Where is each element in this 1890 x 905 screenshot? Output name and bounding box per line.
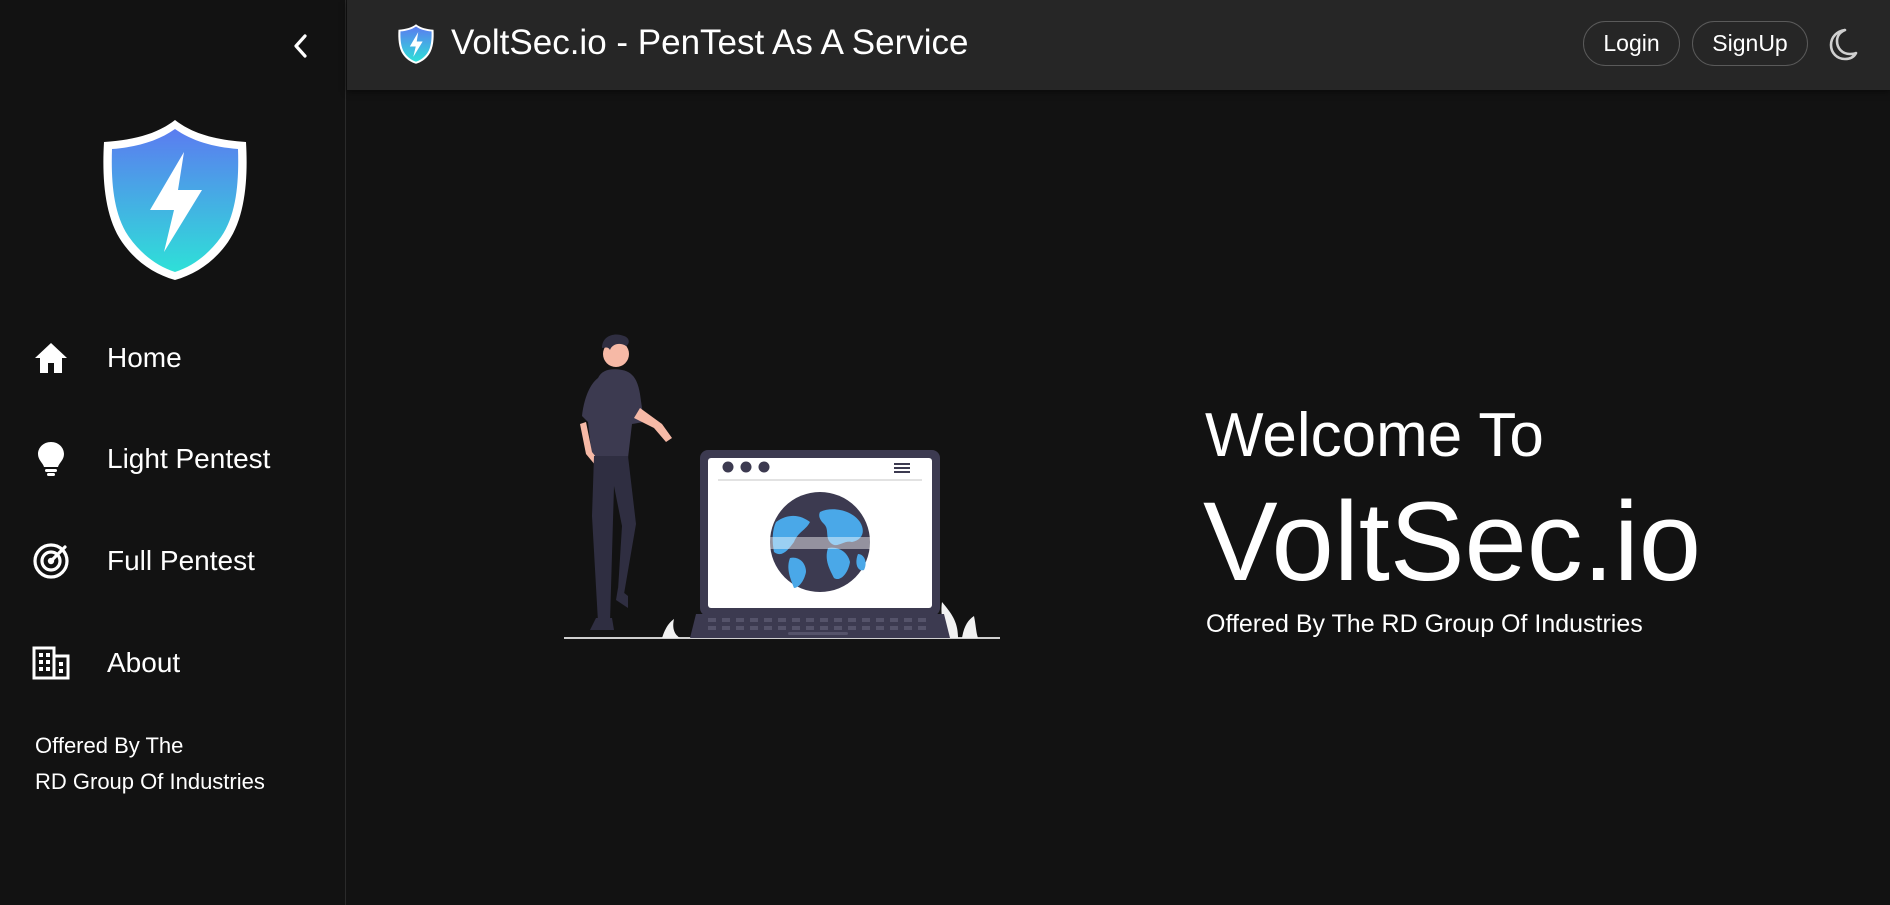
hero-brand-title: VoltSec.io [1203,479,1702,604]
sidebar-item-light-pentest[interactable]: Light Pentest [0,419,346,499]
hero-offered-by: Offered By The RD Group Of Industries [1206,610,1643,638]
sidebar-footer: Offered By The RD Group Of Industries [35,728,265,800]
hero-welcome-text: Welcome To [1205,401,1544,470]
sidebar-item-about[interactable]: About [0,623,346,703]
sidebar-item-label: Home [107,342,182,373]
theme-toggle-button[interactable] [1821,24,1861,64]
sidebar-item-home[interactable]: Home [0,318,346,398]
person-legs [592,456,636,622]
login-button[interactable]: Login [1583,21,1680,66]
chevron-left-icon [294,34,307,58]
sidebar: Home Light Pentest Full Pentest About Of… [0,0,346,905]
voltsec-shield-logo [103,120,247,280]
leaf-left [662,619,680,638]
top-app-bar: VoltSec.io - PenTest As A Service Login … [347,0,1890,90]
sidebar-footer-line2: RD Group Of Industries [35,769,265,794]
app-title: VoltSec.io - PenTest As A Service [451,23,969,62]
hero-illustration [564,334,1000,639]
radar-icon [32,542,70,580]
sidebar-item-label: Full Pentest [107,545,255,576]
moon-icon [1829,28,1858,61]
sidebar-item-label: About [107,647,181,678]
building-icon [32,644,70,682]
sidebar-footer-line1: Offered By The [35,733,184,758]
lightbulb-icon [32,440,70,478]
voltsec-shield-logo-small [398,24,434,64]
sidebar-item-full-pentest[interactable]: Full Pentest [0,521,346,601]
signup-button[interactable]: SignUp [1692,21,1808,66]
home-icon [32,339,70,377]
person-torso [582,369,644,458]
collapse-sidebar-button[interactable] [283,28,319,64]
sidebar-item-label: Light Pentest [107,443,271,474]
